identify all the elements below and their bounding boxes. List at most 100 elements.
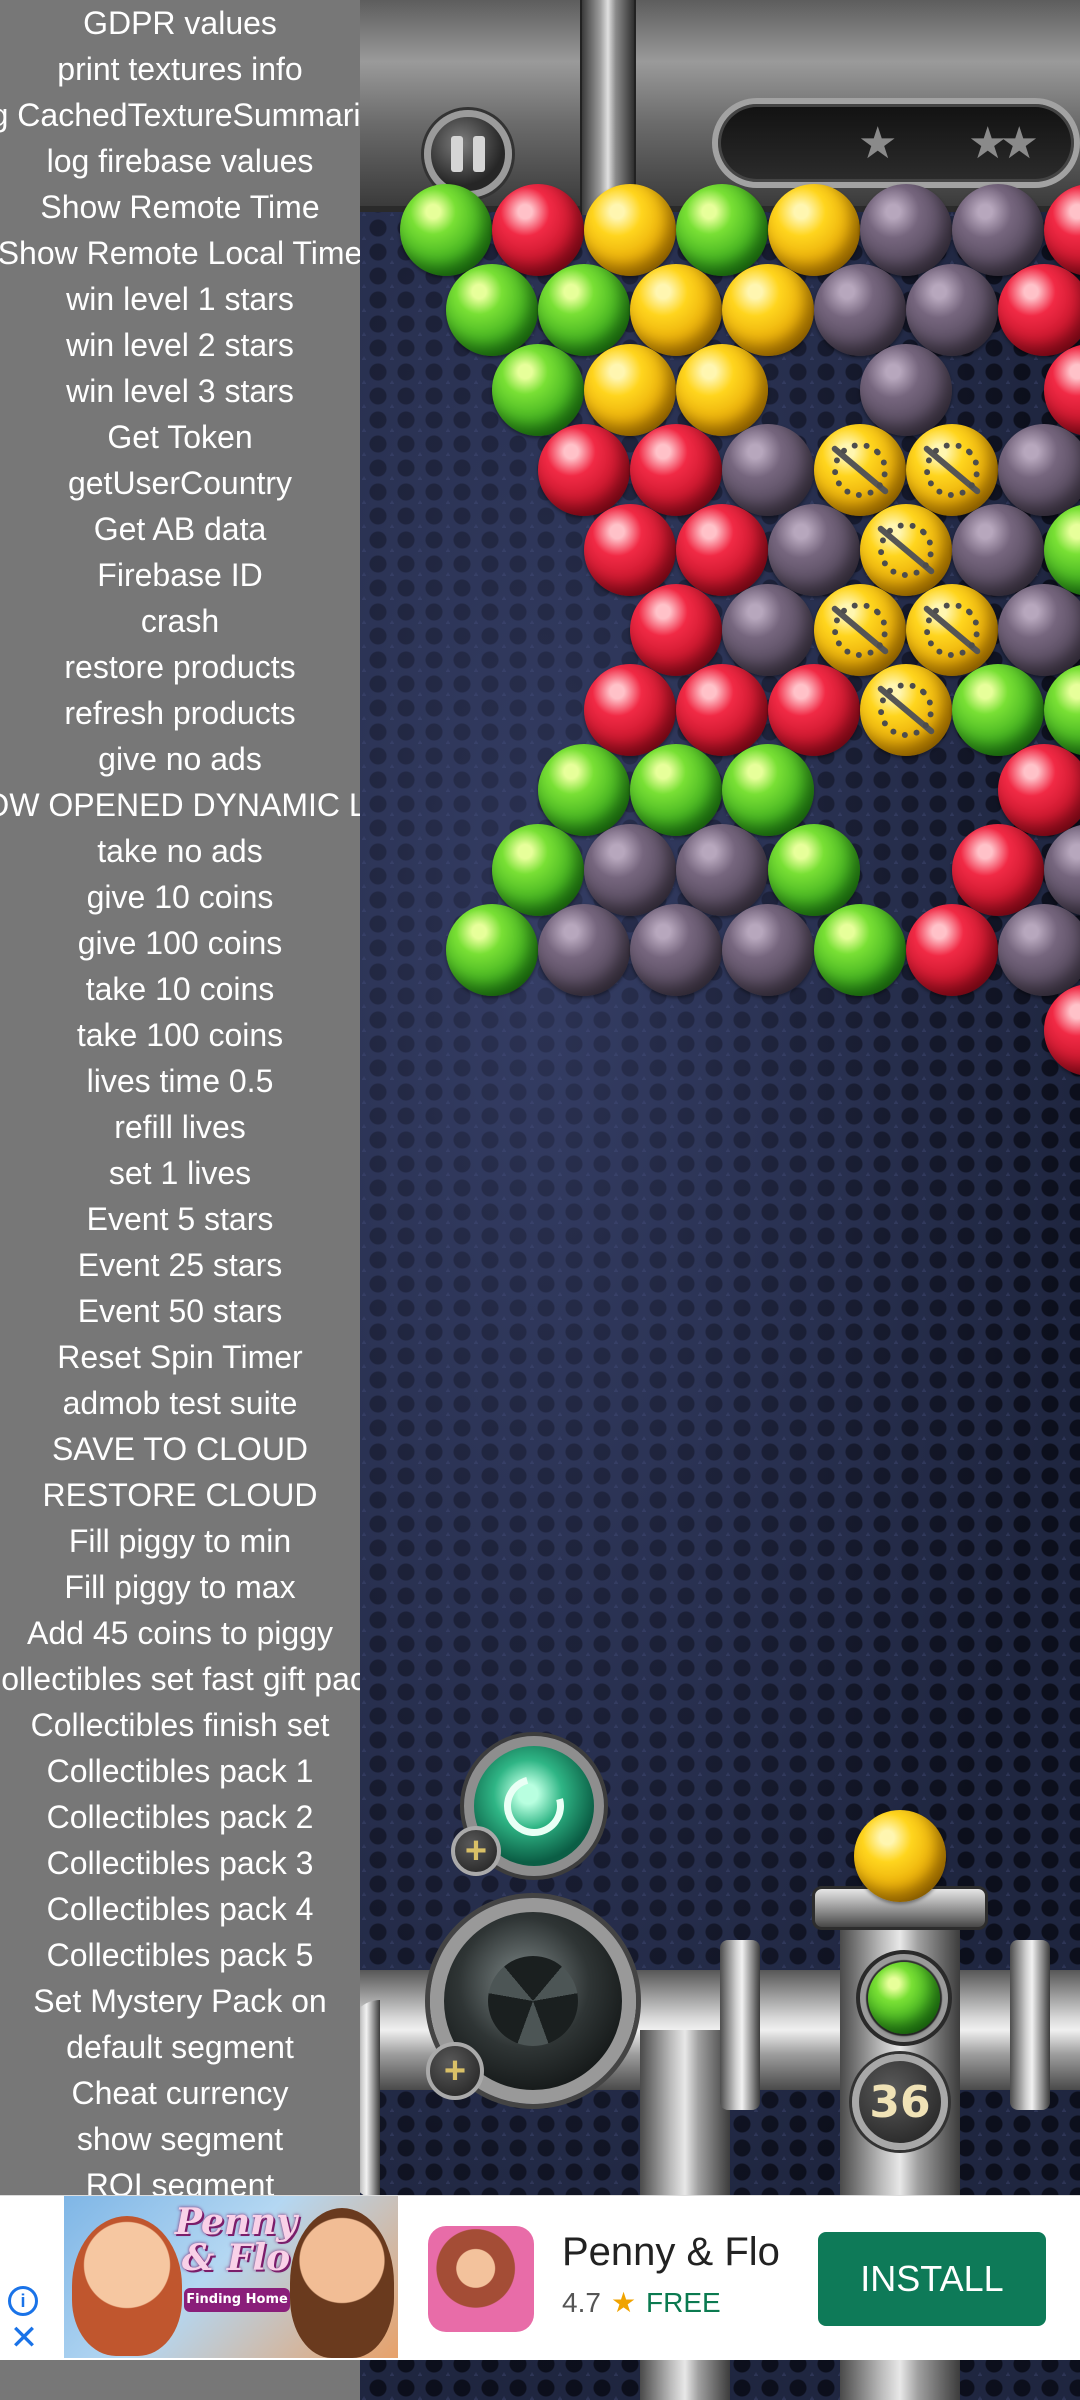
debug-menu-item-label: Fill piggy to max bbox=[64, 1569, 296, 1605]
debug-menu-item[interactable]: Event 5 stars bbox=[0, 1196, 360, 1242]
bubble-green bbox=[446, 904, 538, 996]
info-icon[interactable]: i bbox=[8, 2286, 38, 2316]
debug-menu-item[interactable]: Collectibles set fast gift pack bbox=[0, 1656, 360, 1702]
debug-menu-item[interactable]: Get AB data bbox=[0, 506, 360, 552]
next-bubble[interactable] bbox=[868, 1962, 940, 2034]
debug-menu-item[interactable]: lives time 0.5 bbox=[0, 1058, 360, 1104]
debug-menu-item[interactable]: Collectibles finish set bbox=[0, 1702, 360, 1748]
debug-menu-item-label: getUserCountry bbox=[67, 465, 293, 501]
bubble-gray bbox=[722, 424, 814, 516]
debug-menu-item[interactable]: getUserCountry bbox=[0, 460, 360, 506]
debug-menu-item-label: Event 50 stars bbox=[77, 1293, 283, 1329]
bubble-green bbox=[492, 824, 584, 916]
bubble-yellow bbox=[768, 184, 860, 276]
debug-menu-item[interactable]: win level 2 stars bbox=[0, 322, 360, 368]
debug-menu-item[interactable]: Collectibles pack 2 bbox=[0, 1794, 360, 1840]
debug-menu[interactable]: GDPR values print textures info log Cached… bbox=[0, 0, 360, 2400]
debug-menu-item[interactable]: Show Remote Time bbox=[0, 184, 360, 230]
debug-menu-item-label: log firebase values bbox=[46, 143, 314, 179]
debug-menu-item[interactable]: Set Mystery Pack on bbox=[0, 1978, 360, 2024]
debug-menu-item[interactable]: Add 45 coins to piggy bbox=[0, 1610, 360, 1656]
debug-menu-item[interactable]: Firebase ID bbox=[0, 552, 360, 598]
debug-menu-item[interactable]: refill lives bbox=[0, 1104, 360, 1150]
debug-menu-item[interactable]: Collectibles pack 4 bbox=[0, 1886, 360, 1932]
debug-menu-item-label: Event 5 stars bbox=[86, 1201, 274, 1237]
debug-menu-item-label: win level 2 stars bbox=[66, 327, 294, 363]
bubble-red bbox=[1044, 344, 1080, 436]
debug-menu-item[interactable]: win level 3 stars bbox=[0, 368, 360, 414]
debug-menu-item[interactable]: refresh products bbox=[0, 690, 360, 736]
debug-menu-item[interactable]: SAVE TO CLOUD bbox=[0, 1426, 360, 1472]
debug-menu-item[interactable]: RESTORE CLOUD bbox=[0, 1472, 360, 1518]
debug-menu-item[interactable]: Fill piggy to max bbox=[0, 1564, 360, 1610]
bubble-gray bbox=[722, 584, 814, 676]
debug-menu-item[interactable]: default segment bbox=[0, 2024, 360, 2070]
debug-menu-item-label: Get AB data bbox=[93, 511, 267, 547]
character-penny bbox=[72, 2216, 182, 2356]
debug-menu-item-label: give no ads bbox=[98, 741, 262, 777]
debug-menu-item[interactable]: set 1 lives bbox=[0, 1150, 360, 1196]
debug-menu-item[interactable]: Event 25 stars bbox=[0, 1242, 360, 1288]
debug-menu-item[interactable]: give no ads bbox=[0, 736, 360, 782]
bubble-red bbox=[538, 424, 630, 516]
plus-icon: + bbox=[443, 2050, 467, 2092]
bubble-yellow bbox=[584, 184, 676, 276]
debug-menu-item[interactable]: log CachedTextureSummaries bbox=[0, 92, 360, 138]
debug-menu-item-label: Add 45 coins to piggy bbox=[27, 1615, 333, 1651]
debug-menu-item[interactable]: take 10 coins bbox=[0, 966, 360, 1012]
pipe-flange bbox=[720, 1940, 760, 2110]
debug-menu-item[interactable]: crash bbox=[0, 598, 360, 644]
debug-menu-item[interactable]: Cheat currency bbox=[0, 2070, 360, 2116]
debug-menu-item[interactable]: Event 50 stars bbox=[0, 1288, 360, 1334]
ad-creative-title: Penny & Flo bbox=[174, 2201, 298, 2279]
debug-menu-item[interactable]: Collectibles pack 1 bbox=[0, 1748, 360, 1794]
add-fan-booster-button[interactable]: + bbox=[426, 2042, 484, 2100]
app-icon[interactable] bbox=[428, 2226, 534, 2332]
add-swirl-booster-button[interactable]: + bbox=[451, 1826, 501, 1876]
close-icon[interactable]: ✕ bbox=[8, 2321, 40, 2355]
bubble-gray bbox=[998, 424, 1080, 516]
app-rating: 4.7 ★ FREE bbox=[562, 2286, 721, 2319]
debug-menu-item-label: Event 25 stars bbox=[77, 1247, 283, 1283]
debug-menu-item-label: Cheat currency bbox=[71, 2075, 289, 2111]
debug-menu-item[interactable]: win level 1 stars bbox=[0, 276, 360, 322]
debug-menu-item[interactable]: give 100 coins bbox=[0, 920, 360, 966]
debug-menu-item[interactable]: show segment bbox=[0, 2116, 360, 2162]
debug-menu-item[interactable]: take no ads bbox=[0, 828, 360, 874]
debug-menu-item[interactable]: GDPR values bbox=[0, 0, 360, 46]
bubble-yellow bbox=[630, 264, 722, 356]
debug-menu-item[interactable]: admob test suite bbox=[0, 1380, 360, 1426]
bubble-yellow bbox=[676, 344, 768, 436]
debug-menu-item[interactable]: take 100 coins bbox=[0, 1012, 360, 1058]
bubble-red bbox=[492, 184, 584, 276]
debug-menu-item-label: show segment bbox=[76, 2121, 284, 2157]
debug-menu-item-label: refresh products bbox=[64, 695, 296, 731]
debug-menu-item-label: admob test suite bbox=[62, 1385, 298, 1421]
debug-menu-item[interactable]: Collectibles pack 5 bbox=[0, 1932, 360, 1978]
current-bubble[interactable] bbox=[854, 1810, 946, 1902]
debug-menu-item[interactable]: SHOW OPENED DYNAMIC LINK bbox=[0, 782, 360, 828]
plus-icon: + bbox=[464, 1830, 488, 1872]
bubble-gray bbox=[952, 184, 1044, 276]
debug-menu-item[interactable]: Fill piggy to min bbox=[0, 1518, 360, 1564]
install-button[interactable]: INSTALL bbox=[818, 2232, 1046, 2326]
debug-menu-item[interactable]: print textures info bbox=[0, 46, 360, 92]
bubble-gray bbox=[952, 504, 1044, 596]
debug-menu-item-label: Collectibles set fast gift pack bbox=[0, 1661, 360, 1697]
debug-menu-item[interactable]: give 10 coins bbox=[0, 874, 360, 920]
debug-menu-item[interactable]: Get Token bbox=[0, 414, 360, 460]
debug-menu-item[interactable]: Reset Spin Timer bbox=[0, 1334, 360, 1380]
debug-menu-item[interactable]: Collectibles pack 3 bbox=[0, 1840, 360, 1886]
debug-menu-item-label: log CachedTextureSummaries bbox=[0, 97, 360, 133]
star-icon: ★ bbox=[858, 119, 898, 168]
bubble-gray bbox=[768, 504, 860, 596]
debug-menu-item[interactable]: Show Remote Local Time bbox=[0, 230, 360, 276]
debug-menu-item-label: Collectibles pack 4 bbox=[46, 1891, 314, 1927]
bubble-green bbox=[768, 824, 860, 916]
bubble-green bbox=[538, 744, 630, 836]
debug-menu-item[interactable]: restore products bbox=[0, 644, 360, 690]
ad-banner[interactable]: Penny & Flo Finding Home i ✕ Penny & Flo… bbox=[0, 2195, 1080, 2360]
debug-menu-item[interactable]: log firebase values bbox=[0, 138, 360, 184]
ad-creative-image[interactable]: Penny & Flo Finding Home bbox=[64, 2196, 398, 2358]
bubble-gray bbox=[998, 584, 1080, 676]
